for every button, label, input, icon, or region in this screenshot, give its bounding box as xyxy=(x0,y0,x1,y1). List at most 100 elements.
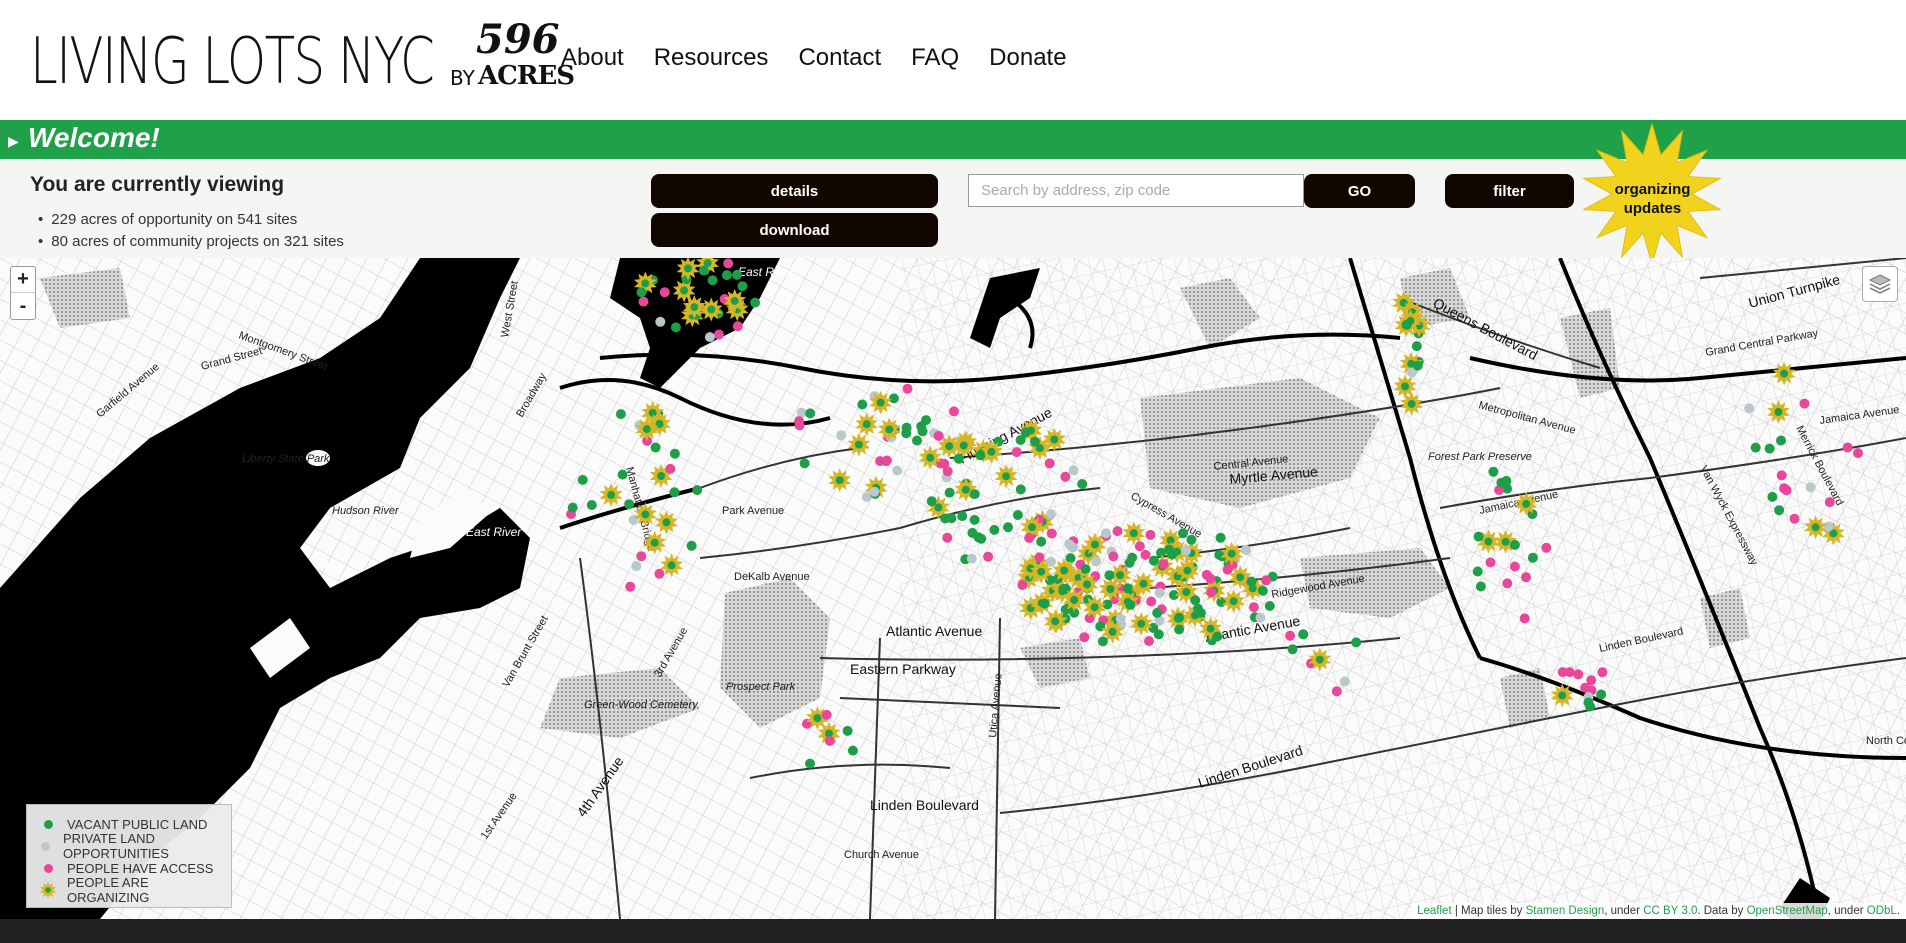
lot-marker[interactable] xyxy=(617,469,628,480)
lot-marker[interactable] xyxy=(1134,541,1145,552)
lot-marker[interactable] xyxy=(1805,482,1816,493)
lot-marker[interactable] xyxy=(1046,556,1056,567)
lot-marker[interactable] xyxy=(1017,580,1028,590)
ccby-link[interactable]: CC BY 3.0 xyxy=(1643,905,1697,917)
lot-marker[interactable] xyxy=(1112,526,1123,537)
lot-marker[interactable] xyxy=(1246,576,1257,587)
lot-marker[interactable] xyxy=(723,258,734,269)
lot-marker[interactable] xyxy=(1030,436,1040,447)
lot-marker[interactable] xyxy=(836,430,847,441)
lot-marker[interactable] xyxy=(1125,599,1136,610)
lot-marker[interactable] xyxy=(625,581,636,592)
lot-marker[interactable] xyxy=(670,322,681,333)
lot-marker[interactable] xyxy=(1412,360,1423,371)
lot-marker[interactable] xyxy=(631,561,642,572)
lot-marker[interactable] xyxy=(654,568,665,579)
lot-marker[interactable] xyxy=(902,383,913,394)
details-button[interactable]: details xyxy=(651,174,938,208)
lot-marker[interactable] xyxy=(1597,667,1608,678)
lot-marker[interactable] xyxy=(1046,528,1057,539)
lot-marker[interactable] xyxy=(805,408,816,419)
lot-marker[interactable] xyxy=(1034,552,1045,563)
nav-about[interactable]: About xyxy=(561,44,624,72)
lot-marker[interactable] xyxy=(1842,442,1853,453)
organizing-updates-button[interactable]: organizing updates xyxy=(1580,180,1725,218)
lot-marker[interactable] xyxy=(1799,398,1810,409)
lot-marker[interactable] xyxy=(1488,466,1499,477)
lot-marker[interactable] xyxy=(1124,557,1135,568)
lot-marker[interactable] xyxy=(1764,443,1775,454)
lot-marker[interactable] xyxy=(1509,539,1520,550)
lot-marker[interactable] xyxy=(698,265,709,276)
lot-marker[interactable] xyxy=(1020,427,1031,438)
lot-marker[interactable] xyxy=(1015,484,1026,495)
lot-marker[interactable] xyxy=(732,321,743,332)
lots-map[interactable]: East River East River Hudson River Liber… xyxy=(0,258,1906,919)
layers-button[interactable] xyxy=(1862,266,1898,302)
lot-marker[interactable] xyxy=(732,269,742,280)
lot-marker[interactable] xyxy=(1122,583,1133,594)
lot-marker[interactable] xyxy=(1257,585,1268,596)
lot-marker[interactable] xyxy=(659,287,670,298)
lot-marker[interactable] xyxy=(567,502,578,513)
lot-marker[interactable] xyxy=(1485,557,1496,568)
lot-marker[interactable] xyxy=(1186,534,1197,545)
lot-marker[interactable] xyxy=(1003,522,1013,533)
lot-marker[interactable] xyxy=(1853,448,1863,459)
lot-marker[interactable] xyxy=(737,281,748,292)
address-search-input[interactable] xyxy=(968,174,1304,207)
lot-marker[interactable] xyxy=(857,399,868,410)
lot-marker[interactable] xyxy=(881,455,892,466)
lot-marker[interactable] xyxy=(1331,686,1342,697)
lot-marker[interactable] xyxy=(686,540,697,551)
osm-link[interactable]: OpenStreetMap xyxy=(1747,905,1828,917)
lot-marker[interactable] xyxy=(824,735,835,746)
lot-marker[interactable] xyxy=(1776,470,1787,481)
lot-marker[interactable] xyxy=(973,532,984,543)
lot-marker[interactable] xyxy=(1255,612,1266,623)
lot-marker[interactable] xyxy=(1240,544,1251,555)
lot-marker[interactable] xyxy=(942,466,953,477)
lot-marker[interactable] xyxy=(636,551,647,562)
lot-marker[interactable] xyxy=(1750,442,1761,453)
lot-marker[interactable] xyxy=(933,430,944,441)
lot-marker[interactable] xyxy=(586,500,597,510)
lot-marker[interactable] xyxy=(1045,509,1056,520)
lot-marker[interactable] xyxy=(1024,533,1035,543)
lot-marker[interactable] xyxy=(888,393,899,404)
lot-marker[interactable] xyxy=(1205,573,1216,584)
nav-resources[interactable]: Resources xyxy=(654,44,769,72)
lot-marker[interactable] xyxy=(1206,587,1217,598)
lot-marker[interactable] xyxy=(916,421,927,432)
lot-marker[interactable] xyxy=(1287,644,1298,655)
lot-marker[interactable] xyxy=(989,524,1000,535)
lot-marker[interactable] xyxy=(1195,607,1206,618)
lot-marker[interactable] xyxy=(1060,471,1071,482)
lot-marker[interactable] xyxy=(1212,631,1223,642)
lot-marker[interactable] xyxy=(821,709,832,720)
lot-marker[interactable] xyxy=(1351,637,1362,648)
lot-marker[interactable] xyxy=(1564,667,1575,678)
lot-marker[interactable] xyxy=(577,474,588,485)
filter-button[interactable]: filter xyxy=(1445,174,1574,208)
nav-donate[interactable]: Donate xyxy=(989,44,1066,72)
lot-marker[interactable] xyxy=(1776,435,1786,446)
lot-marker[interactable] xyxy=(794,416,804,427)
lot-marker[interactable] xyxy=(1789,513,1800,524)
lot-marker[interactable] xyxy=(1068,465,1079,476)
zoom-in-button[interactable]: + xyxy=(11,267,35,293)
lot-marker[interactable] xyxy=(1285,630,1296,641)
lot-marker[interactable] xyxy=(692,485,703,496)
nav-contact[interactable]: Contact xyxy=(798,44,881,72)
lot-marker[interactable] xyxy=(1158,559,1169,570)
lot-marker[interactable] xyxy=(638,296,649,307)
map-tiles[interactable]: East River East River Hudson River Liber… xyxy=(0,258,1906,919)
nav-faq[interactable]: FAQ xyxy=(911,44,959,72)
lot-marker[interactable] xyxy=(1583,697,1594,708)
lot-marker[interactable] xyxy=(1154,588,1165,598)
lot-marker[interactable] xyxy=(1080,564,1091,575)
lot-marker[interactable] xyxy=(805,758,815,769)
lot-marker[interactable] xyxy=(1091,556,1101,567)
lot-marker[interactable] xyxy=(1153,629,1164,640)
lot-marker[interactable] xyxy=(1521,572,1531,583)
